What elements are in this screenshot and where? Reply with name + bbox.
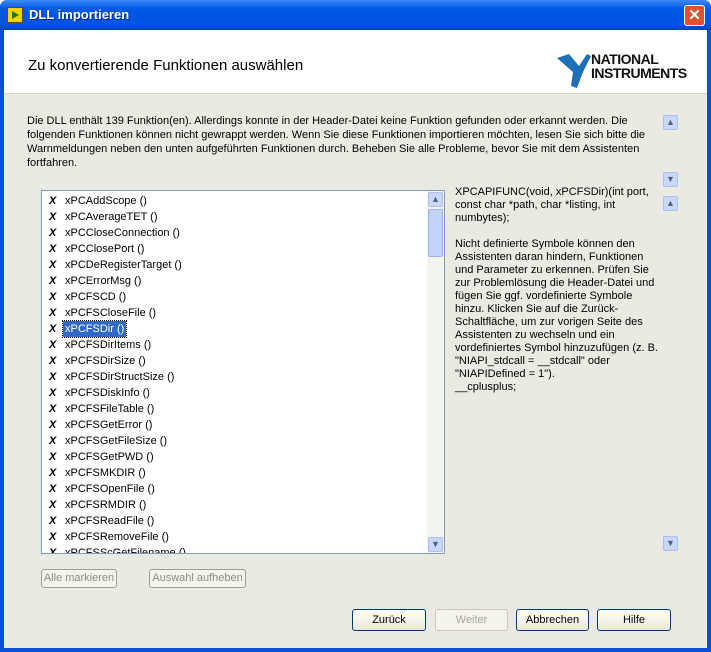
function-name: xPCFSDir () xyxy=(61,320,128,338)
error-x-icon: X xyxy=(49,275,57,287)
function-name: xPCFSScGetFilename () xyxy=(65,547,187,554)
list-scroll-up[interactable]: ▲ xyxy=(428,192,443,207)
error-x-icon: X xyxy=(49,515,57,527)
error-x-icon: X xyxy=(49,339,57,351)
deselect-button[interactable]: Auswahl aufheben xyxy=(149,569,246,588)
function-name: xPCClosePort () xyxy=(65,243,145,255)
cancel-button[interactable]: Abbrechen xyxy=(516,609,589,631)
list-scroll-down[interactable]: ▼ xyxy=(428,537,443,552)
function-name: xPCFSRMDIR () xyxy=(65,499,147,511)
function-name: xPCErrorMsg () xyxy=(65,275,142,287)
function-name: xPCFSDirItems () xyxy=(65,339,152,351)
dialog-window: DLL importieren ✕ Zu konvertierende Funk… xyxy=(0,0,711,652)
page-title: Zu konvertierende Funktionen auswählen xyxy=(28,57,304,74)
function-name: xPCDeRegisterTarget () xyxy=(65,259,182,271)
function-name: xPCCloseConnection () xyxy=(65,227,180,239)
help-button[interactable]: Hilfe xyxy=(597,609,671,631)
wizard-body: Zu konvertierende Funktionen auswählen N… xyxy=(4,30,707,648)
error-x-icon: X xyxy=(49,371,57,383)
error-x-icon: X xyxy=(49,419,57,431)
warning-message: Nicht definierte Symbole können den Assi… xyxy=(455,238,658,380)
function-name: xPCFSCD () xyxy=(65,291,127,303)
error-x-icon: X xyxy=(49,547,57,554)
error-x-icon: X xyxy=(49,243,57,255)
error-x-icon: X xyxy=(49,531,57,543)
error-x-icon: X xyxy=(49,227,57,239)
function-list-scrollbar[interactable]: ▲ ▼ xyxy=(427,191,444,553)
function-list[interactable]: XxPCFSScGetFilename () XxPCFSRemoveFile (… xyxy=(41,190,445,554)
next-button[interactable]: Weiter xyxy=(435,609,508,631)
list-scroll-thumb[interactable] xyxy=(428,209,443,257)
error-x-icon: X xyxy=(49,211,57,223)
function-name: xPCFSDiskInfo () xyxy=(65,387,150,399)
error-x-icon: X xyxy=(49,483,57,495)
wizard-header: Zu konvertierende Funktionen auswählen N… xyxy=(4,30,707,94)
function-name: xPCFSGetPWD () xyxy=(65,451,154,463)
description-text: Die DLL enthält 139 Funktion(en). Allerd… xyxy=(27,115,646,169)
function-name: xPCFSFileTable () xyxy=(65,403,155,415)
function-signature: XPCAPIFUNC(void, xPCFSDir)(int port, con… xyxy=(455,186,649,224)
select-all-button[interactable]: Alle markieren xyxy=(41,569,117,588)
labview-app-icon xyxy=(7,7,23,23)
function-name: xPCFSRemoveFile () xyxy=(65,531,169,543)
error-x-icon: X xyxy=(49,259,57,271)
error-x-icon: X xyxy=(49,195,57,207)
function-name: xPCAverageTET () xyxy=(65,211,158,223)
function-name: xPCFSGetError () xyxy=(65,419,153,431)
description-scroll-up[interactable]: ▲ xyxy=(663,115,678,130)
function-name: xPCFSOpenFile () xyxy=(65,483,155,495)
window-title: DLL importieren xyxy=(29,7,130,22)
function-name: xPCFSCloseFile () xyxy=(65,307,157,319)
function-info: XPCAPIFUNC(void, xPCFSDir)(int port, con… xyxy=(455,186,660,394)
error-x-icon: X xyxy=(49,387,57,399)
undefined-symbol: __cplusplus; xyxy=(455,381,517,393)
function-name: xPCAddScope () xyxy=(65,195,147,207)
error-x-icon: X xyxy=(49,435,57,447)
error-x-icon: X xyxy=(49,403,57,415)
info-scroll-down[interactable]: ▼ xyxy=(663,536,678,551)
description-scroll-down[interactable]: ▼ xyxy=(663,172,678,187)
error-x-icon: X xyxy=(49,291,57,303)
error-x-icon: X xyxy=(49,499,57,511)
close-button[interactable]: ✕ xyxy=(684,5,705,26)
back-button[interactable]: Zurück xyxy=(352,609,426,631)
info-scroll-up[interactable]: ▲ xyxy=(663,196,678,211)
function-name: xPCFSGetFileSize () xyxy=(65,435,168,447)
error-x-icon: X xyxy=(49,355,57,367)
error-x-icon: X xyxy=(49,451,57,463)
error-x-icon: X xyxy=(49,323,57,335)
title-bar[interactable]: DLL importieren ✕ xyxy=(0,0,711,30)
error-x-icon: X xyxy=(49,307,57,319)
function-name: xPCFSMKDIR () xyxy=(65,467,146,479)
ni-eagle-icon xyxy=(557,54,591,88)
function-name: xPCFSDirSize () xyxy=(65,355,146,367)
error-x-icon: X xyxy=(49,467,57,479)
function-name: xPCFSDirStructSize () xyxy=(65,371,175,383)
ni-logo: NATIONAL INSTRUMENTS xyxy=(557,52,699,88)
function-name: xPCFSReadFile () xyxy=(65,515,155,527)
